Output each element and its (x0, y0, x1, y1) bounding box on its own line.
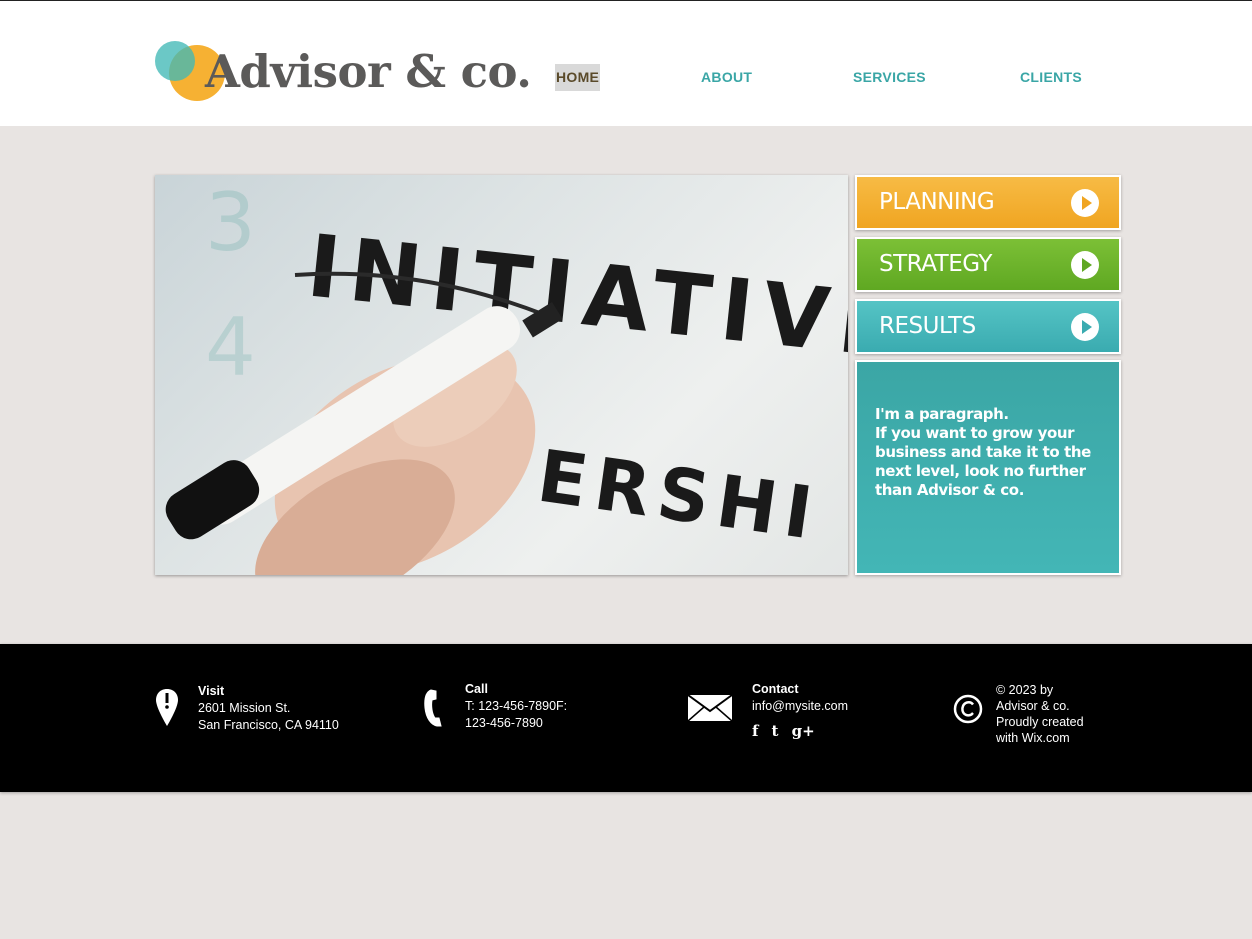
nav-home[interactable]: HOME (555, 64, 601, 91)
strategy-button[interactable]: STRATEGY (855, 237, 1121, 292)
site-header: Advisor & co. HOME ABOUT SERVICES CLIENT… (0, 0, 1252, 126)
visit-address-line-1: 2601 Mission St. (198, 701, 291, 715)
copyright-line-1: © 2023 by (996, 683, 1054, 697)
copyright-icon (953, 694, 983, 724)
nav-about[interactable]: ABOUT (701, 64, 752, 91)
twitter-icon[interactable]: t (772, 722, 779, 740)
copyright-line-3: Proudly created (996, 715, 1084, 729)
nav-clients[interactable]: CLIENTS (1020, 64, 1082, 91)
play-icon (1071, 313, 1099, 341)
planning-button[interactable]: PLANNING (855, 175, 1121, 230)
call-phone-line-1[interactable]: T: 123-456-7890F: (465, 698, 567, 715)
hero-image: 3 4 INITIATIVE ERSHI (155, 175, 848, 575)
map-pin-icon (156, 689, 178, 726)
nav-services[interactable]: SERVICES (853, 64, 926, 91)
social-links: f t g+ (752, 721, 823, 740)
visit-address-line-2: San Francisco, CA 94110 (198, 718, 339, 732)
svg-text:3: 3 (205, 176, 256, 269)
facebook-icon[interactable]: f (752, 722, 758, 740)
envelope-icon (687, 694, 733, 722)
call-phone-line-2[interactable]: 123-456-7890 (465, 715, 567, 732)
visit-block: Visit 2601 Mission St. San Francisco, CA… (198, 683, 339, 734)
contact-heading: Contact (752, 682, 799, 696)
results-label: RESULTS (879, 313, 976, 339)
copyright-line-2: Advisor & co. (996, 699, 1070, 713)
google-plus-icon[interactable]: g+ (792, 722, 815, 740)
play-icon (1071, 189, 1099, 217)
logo[interactable]: Advisor & co. (155, 39, 532, 105)
info-line-2: If you want to grow your business and ta… (875, 424, 1091, 499)
planning-label: PLANNING (879, 189, 995, 215)
contact-block: Contact info@mysite.com (752, 681, 848, 715)
svg-text:4: 4 (205, 301, 256, 394)
copyright-block: © 2023 by Advisor & co. Proudly created … (996, 682, 1084, 746)
contact-email-link[interactable]: info@mysite.com (752, 698, 848, 715)
hero-word-ershi: ERSHI (533, 434, 825, 557)
hero-word-initiative: INITIATIVE (303, 216, 848, 378)
call-heading: Call (465, 682, 488, 696)
phone-icon (424, 689, 442, 727)
copyright-line-4[interactable]: with Wix.com (996, 730, 1084, 746)
info-paragraph: I'm a paragraph. If you want to grow you… (875, 405, 1105, 500)
visit-heading: Visit (198, 684, 225, 698)
logo-text: Advisor & co. (205, 45, 532, 98)
results-button[interactable]: RESULTS (855, 299, 1121, 354)
call-block: Call T: 123-456-7890F: 123-456-7890 (465, 681, 567, 732)
info-line-1: I'm a paragraph. (875, 405, 1009, 423)
strategy-label: STRATEGY (879, 251, 992, 277)
play-icon (1071, 251, 1099, 279)
info-box: I'm a paragraph. If you want to grow you… (855, 360, 1121, 575)
